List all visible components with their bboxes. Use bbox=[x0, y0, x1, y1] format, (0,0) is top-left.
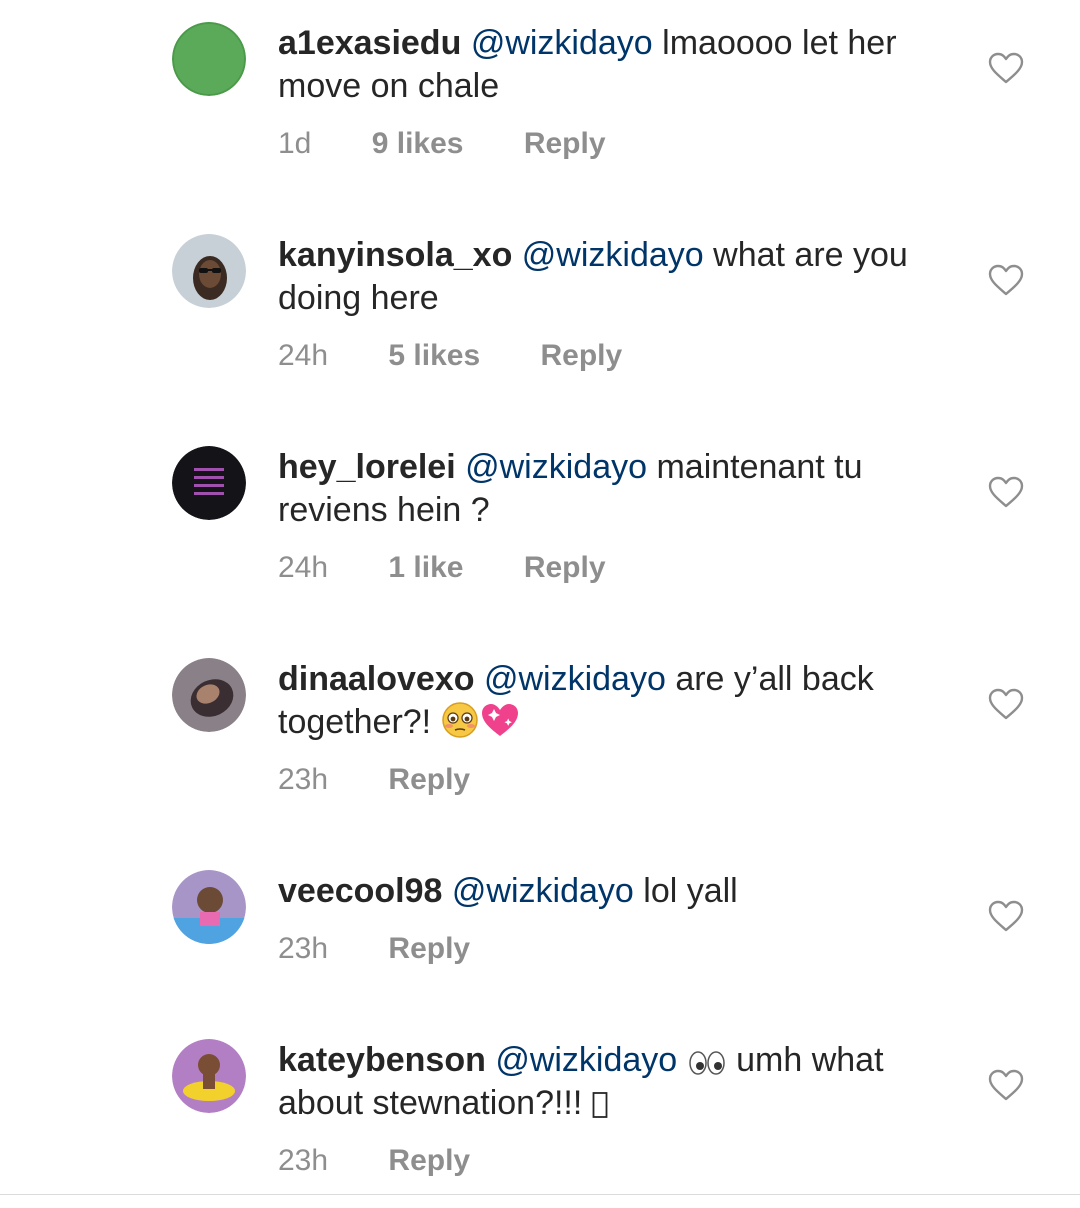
comment-username[interactable]: hey_lorelei bbox=[278, 448, 456, 486]
sparkling-heart-emoji bbox=[481, 704, 518, 736]
comment-meta: 23h Reply bbox=[278, 931, 470, 967]
comment-mention[interactable]: @wizkidayo bbox=[495, 1041, 677, 1079]
comment-body-start bbox=[677, 1041, 686, 1079]
avatar[interactable] bbox=[172, 870, 246, 944]
comment-text: veecool98 @wizkidayo lol yall bbox=[278, 870, 958, 913]
heart-outline-icon[interactable] bbox=[988, 264, 1024, 296]
comment-timestamp: 24h bbox=[278, 551, 329, 584]
comment-meta: 24h 5 likes Reply bbox=[278, 338, 622, 374]
flushed-face-emoji bbox=[441, 702, 478, 738]
avatar[interactable] bbox=[172, 658, 246, 732]
reply-button[interactable]: Reply bbox=[388, 931, 470, 967]
comment-timestamp: 23h bbox=[278, 932, 329, 965]
reply-button[interactable]: Reply bbox=[541, 338, 623, 374]
avatar[interactable] bbox=[172, 22, 246, 96]
avatar[interactable] bbox=[172, 446, 246, 520]
comment-text: kanyinsola_xo @wizkidayo what are you do… bbox=[278, 234, 958, 320]
comment-mention[interactable]: @wizkidayo bbox=[465, 448, 647, 486]
heart-outline-icon[interactable] bbox=[988, 688, 1024, 720]
comment-text: dinaalovexo @wizkidayo are y’all back to… bbox=[278, 658, 958, 744]
reply-button[interactable]: Reply bbox=[388, 762, 470, 798]
missing-glyph bbox=[592, 1092, 608, 1118]
comment-mention[interactable]: @wizkidayo bbox=[522, 236, 704, 274]
comment-timestamp: 23h bbox=[278, 1144, 329, 1177]
comment-timestamp: 1d bbox=[278, 127, 312, 160]
reply-button[interactable]: Reply bbox=[524, 126, 606, 162]
comment-likes[interactable]: 5 likes bbox=[388, 338, 480, 374]
comment-username[interactable]: veecool98 bbox=[278, 872, 442, 910]
comment-likes[interactable]: 1 like bbox=[388, 550, 463, 586]
heart-outline-icon[interactable] bbox=[988, 52, 1024, 84]
comment-timestamp: 24h bbox=[278, 339, 329, 372]
comment-likes[interactable]: 9 likes bbox=[372, 126, 464, 162]
comment-body: lol yall bbox=[633, 872, 738, 910]
comment-meta: 24h 1 like Reply bbox=[278, 550, 606, 586]
comment-meta: 23h Reply bbox=[278, 1143, 470, 1179]
eyes-emoji bbox=[688, 1051, 725, 1075]
heart-outline-icon[interactable] bbox=[988, 476, 1024, 508]
reply-button[interactable]: Reply bbox=[524, 550, 606, 586]
comment-meta: 23h Reply bbox=[278, 762, 470, 798]
comment-mention[interactable]: @wizkidayo bbox=[484, 660, 666, 698]
heart-outline-icon[interactable] bbox=[988, 1069, 1024, 1101]
comment-text: a1exasiedu @wizkidayo lmaoooo let her mo… bbox=[278, 22, 958, 108]
comment-username[interactable]: dinaalovexo bbox=[278, 660, 475, 698]
comment-text: hey_lorelei @wizkidayo maintenant tu rev… bbox=[278, 446, 958, 532]
divider bbox=[0, 1194, 1080, 1195]
avatar[interactable] bbox=[172, 1039, 246, 1113]
comment-username[interactable]: kanyinsola_xo bbox=[278, 236, 512, 274]
reply-button[interactable]: Reply bbox=[388, 1143, 470, 1179]
comment-meta: 1d 9 likes Reply bbox=[278, 126, 606, 162]
comment-username[interactable]: a1exasiedu bbox=[278, 24, 461, 62]
heart-outline-icon[interactable] bbox=[988, 900, 1024, 932]
comment-username[interactable]: kateybenson bbox=[278, 1041, 486, 1079]
comment-timestamp: 23h bbox=[278, 763, 329, 796]
comment-mention[interactable]: @wizkidayo bbox=[471, 24, 653, 62]
comment-text: kateybenson @wizkidayo umh what about st… bbox=[278, 1039, 958, 1125]
comment-mention[interactable]: @wizkidayo bbox=[452, 872, 634, 910]
avatar[interactable] bbox=[172, 234, 246, 308]
